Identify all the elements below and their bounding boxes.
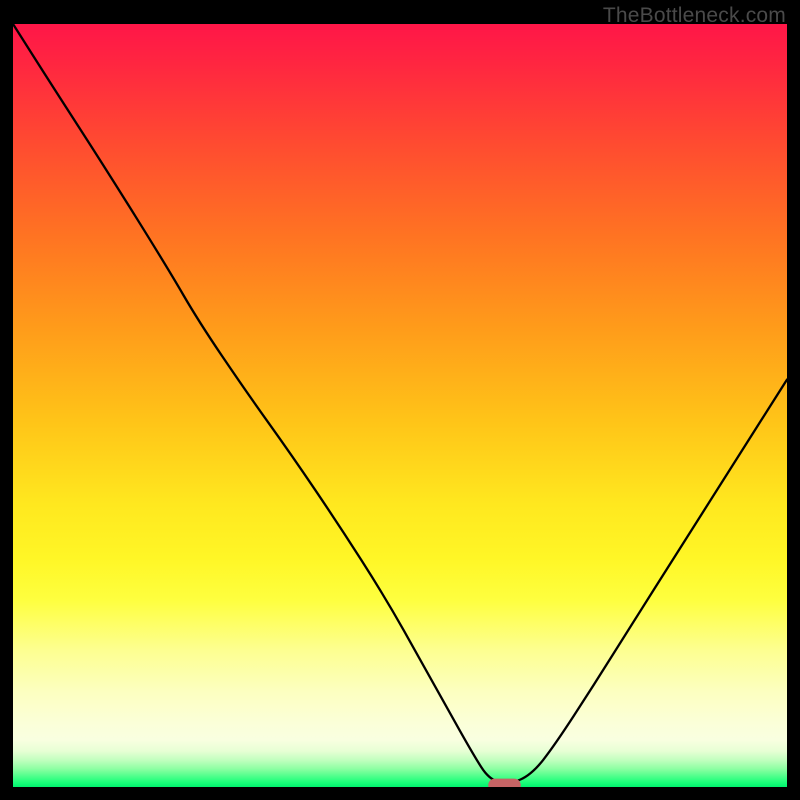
chart-frame: TheBottleneck.com [0, 0, 800, 800]
bottleneck-chart-svg [13, 24, 787, 787]
optimal-marker [488, 779, 521, 787]
gradient-background [13, 24, 787, 787]
plot-area [13, 24, 787, 787]
watermark-text: TheBottleneck.com [603, 4, 786, 28]
